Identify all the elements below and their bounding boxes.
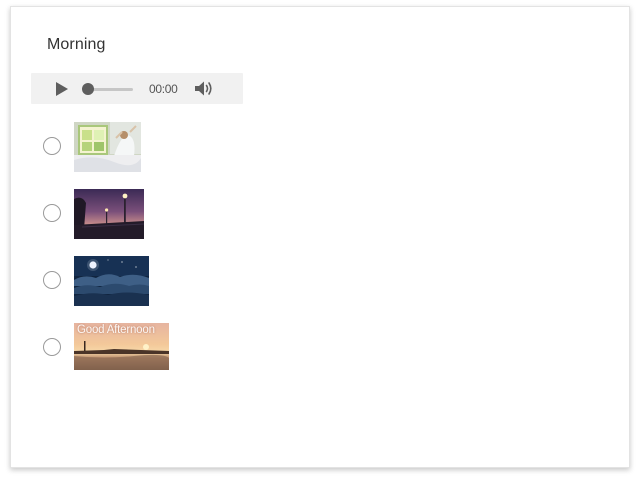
evening-waterfront-streetlights-image xyxy=(74,189,144,239)
answer-option[interactable] xyxy=(43,255,243,307)
answer-option[interactable] xyxy=(43,121,243,173)
audio-player: 00:00 xyxy=(31,73,243,104)
volume-icon[interactable] xyxy=(194,80,214,97)
progress-knob[interactable] xyxy=(82,83,94,95)
radio-button[interactable] xyxy=(43,204,61,222)
woman-stretching-by-window-image xyxy=(74,122,141,172)
radio-button[interactable] xyxy=(43,271,61,289)
play-icon[interactable] xyxy=(55,81,69,97)
night-moon-clouds-image xyxy=(74,256,149,306)
thumb-caption: Good Afternoon xyxy=(77,324,155,336)
answer-option[interactable] xyxy=(43,188,243,240)
radio-button[interactable] xyxy=(43,137,61,155)
answer-option[interactable]: Good Afternoon xyxy=(43,322,243,374)
current-time: 00:00 xyxy=(149,82,178,96)
question-title: Morning xyxy=(47,36,106,53)
radio-button[interactable] xyxy=(43,338,61,356)
progress-bar[interactable] xyxy=(88,88,133,91)
question-card: Morning 00:00 Good Afternoon xyxy=(10,6,630,468)
sunset-harbor-image: Good Afternoon xyxy=(74,323,169,370)
